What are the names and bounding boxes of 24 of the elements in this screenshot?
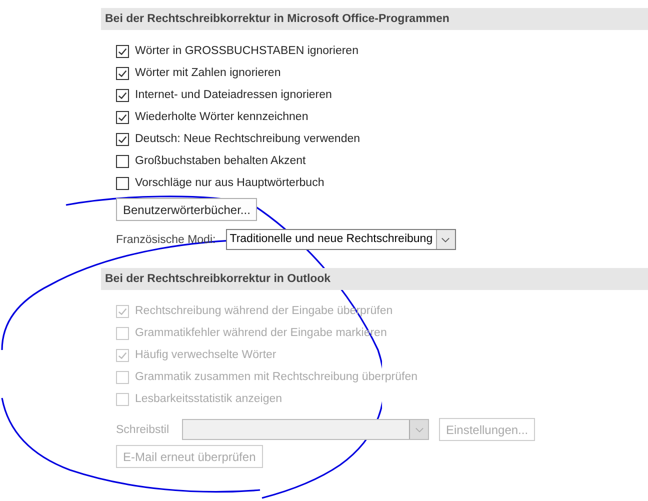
checkbox[interactable] bbox=[116, 88, 129, 102]
checkbox[interactable] bbox=[116, 176, 129, 190]
checkbox-label: Großbuchstaben behalten Akzent bbox=[135, 155, 306, 167]
checkbox[interactable] bbox=[116, 110, 129, 124]
checkbox-label: Wörter in GROSSBUCHSTABEN ignorieren bbox=[135, 45, 358, 57]
checkbox[interactable] bbox=[116, 44, 129, 58]
checkbox-label: Häufig verwechselte Wörter bbox=[135, 349, 276, 361]
checkbox-label: Vorschläge nur aus Hauptwörterbuch bbox=[135, 177, 324, 189]
dialog-button[interactable]: Benutzerwörterbücher... bbox=[116, 198, 258, 221]
checkbox-label: Wiederholte Wörter kennzeichnen bbox=[135, 111, 308, 123]
chevron-down-icon bbox=[414, 426, 424, 432]
section-header: Bei der Rechtschreibkorrektur in Microsoft Office-Programmen bbox=[101, 8, 648, 30]
section-header: Bei der Rechtschreibkorrektur in Outlook bbox=[101, 268, 648, 290]
checkbox-label: Grammatik zusammen mit Rechtschreibung überprüfen bbox=[135, 371, 418, 383]
field-label: Schreibstil bbox=[116, 424, 170, 436]
checkbox-label: Lesbarkeitsstatistik anzeigen bbox=[135, 393, 282, 405]
checkbox[interactable] bbox=[116, 154, 129, 168]
checkbox-label: Deutsch: Neue Rechtschreibung verwenden bbox=[135, 133, 360, 145]
checkbox-label: Wörter mit Zahlen ignorieren bbox=[135, 67, 281, 79]
chevron-down-icon bbox=[441, 236, 450, 242]
dropdown[interactable]: Traditionelle und neue Rechtschreibung bbox=[226, 229, 456, 250]
checkbox[interactable] bbox=[116, 132, 129, 146]
checkbox[interactable] bbox=[116, 66, 129, 80]
checkbox-label: Internet- und Dateiadressen ignorieren bbox=[135, 89, 332, 101]
